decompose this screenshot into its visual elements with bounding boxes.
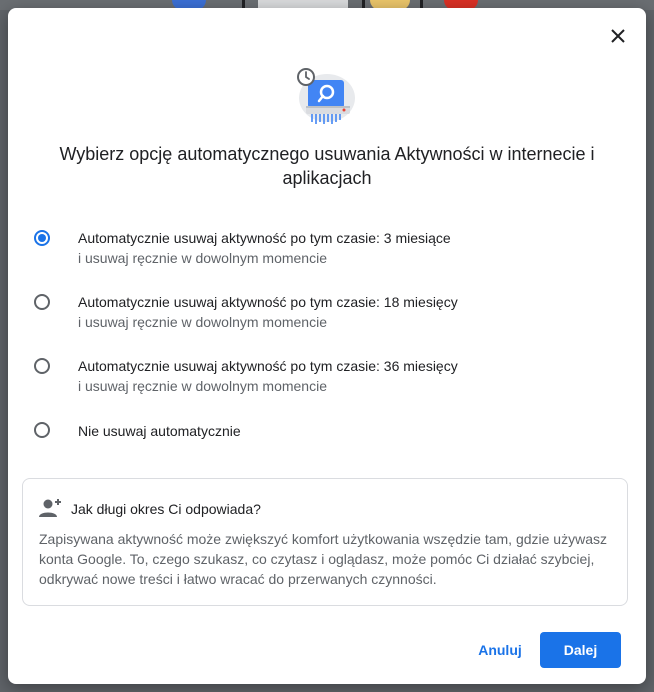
radio-button[interactable] <box>34 294 50 310</box>
dialog-title: Wybierz opcję automatycznego usuwania Ak… <box>59 144 595 188</box>
next-button[interactable]: Dalej <box>540 632 621 668</box>
info-title: Jak długi okres Ci odpowiada? <box>71 501 261 517</box>
auto-delete-illustration <box>297 68 355 124</box>
info-box: Jak długi okres Ci odpowiada? Zapisywana… <box>22 478 628 606</box>
option-label: Automatycznie usuwaj aktywność po tym cz… <box>78 230 451 246</box>
option-sublabel: i usuwaj ręcznie w dowolnym momencie <box>78 250 327 266</box>
option-label: Nie usuwaj automatycznie <box>78 423 241 439</box>
close-button[interactable] <box>606 24 630 48</box>
option-sublabel: i usuwaj ręcznie w dowolnym momencie <box>78 314 327 330</box>
info-body: Zapisywana aktywność może zwiększyć komf… <box>39 531 607 587</box>
option-label: Automatycznie usuwaj aktywność po tym cz… <box>78 358 458 374</box>
person-add-icon <box>39 499 61 517</box>
option-label: Automatycznie usuwaj aktywność po tym cz… <box>78 294 458 310</box>
cancel-button[interactable]: Anuluj <box>466 632 534 668</box>
radio-button-selected[interactable] <box>34 230 50 246</box>
close-icon <box>611 29 625 43</box>
radio-button[interactable] <box>34 358 50 374</box>
radio-button[interactable] <box>34 422 50 438</box>
auto-delete-dialog: Wybierz opcję automatycznego usuwania Ak… <box>8 8 646 684</box>
option-sublabel: i usuwaj ręcznie w dowolnym momencie <box>78 378 327 394</box>
